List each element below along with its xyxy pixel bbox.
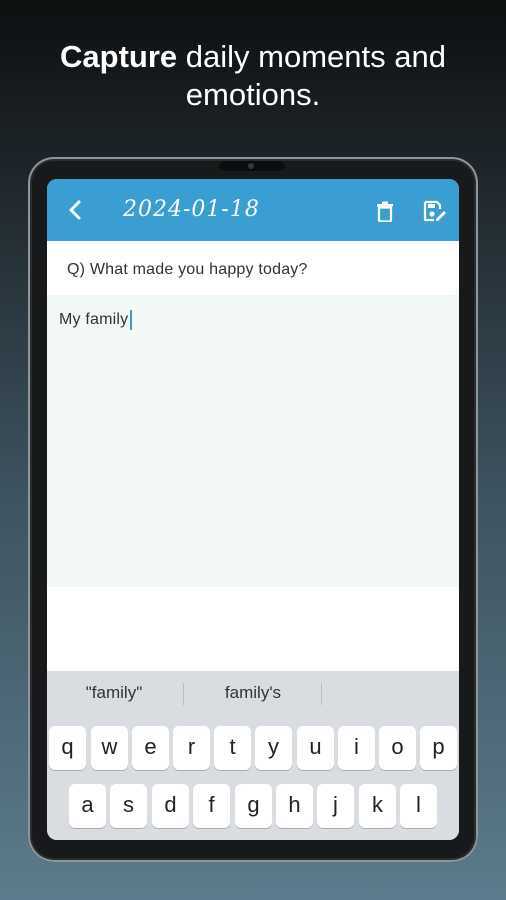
headline: Capture daily moments and emotions.: [0, 38, 506, 114]
back-button[interactable]: [61, 195, 89, 225]
key-i[interactable]: i: [338, 726, 375, 770]
key-k[interactable]: k: [359, 784, 396, 828]
suggestion-2[interactable]: family's: [197, 671, 309, 715]
suggestion-strip: "family" family's: [47, 671, 459, 715]
headline-bold: Capture: [60, 39, 178, 74]
save-button[interactable]: [421, 197, 449, 225]
question-text: Q) What made you happy today?: [67, 261, 308, 278]
suggestion-divider: [321, 683, 322, 705]
key-t[interactable]: t: [214, 726, 251, 770]
key-p[interactable]: p: [420, 726, 457, 770]
key-d[interactable]: d: [152, 784, 189, 828]
text-cursor: [130, 310, 133, 330]
camera-lens: [248, 163, 254, 169]
key-q[interactable]: q: [49, 726, 86, 770]
key-f[interactable]: f: [193, 784, 230, 828]
save-edit-icon: [423, 200, 446, 222]
key-r[interactable]: r: [173, 726, 210, 770]
key-j[interactable]: j: [317, 784, 354, 828]
answer-field[interactable]: My family: [47, 295, 459, 587]
entry-date-title: 2024-01-18: [123, 197, 260, 222]
delete-button[interactable]: [372, 197, 398, 225]
answer-text: My family: [59, 311, 129, 328]
trash-icon: [377, 201, 393, 222]
key-u[interactable]: u: [297, 726, 334, 770]
key-l[interactable]: l: [400, 784, 437, 828]
key-o[interactable]: o: [379, 726, 416, 770]
on-screen-keyboard: "family" family's q w e r t y u i o p a …: [47, 671, 459, 840]
headline-line-1: Capture daily moments and: [0, 38, 506, 76]
key-s[interactable]: s: [110, 784, 147, 828]
key-h[interactable]: h: [276, 784, 313, 828]
key-e[interactable]: e: [132, 726, 169, 770]
key-g[interactable]: g: [235, 784, 272, 828]
question-panel: Q) What made you happy today?: [47, 241, 459, 295]
suggestion-1[interactable]: "family": [59, 671, 169, 715]
key-w[interactable]: w: [91, 726, 128, 770]
key-y[interactable]: y: [255, 726, 292, 770]
app-bar: 2024-01-18: [47, 179, 459, 241]
headline-line-2: emotions.: [185, 77, 321, 112]
key-a[interactable]: a: [69, 784, 106, 828]
headline-rest: daily moments and: [185, 39, 446, 74]
answer-text-wrapper: My family: [59, 309, 133, 331]
content-spacer: [47, 587, 459, 671]
chevron-left-icon: [69, 200, 81, 220]
suggestion-divider: [183, 683, 184, 705]
app-screen: 2024-01-18 Q) What made you happy today?…: [47, 179, 459, 840]
